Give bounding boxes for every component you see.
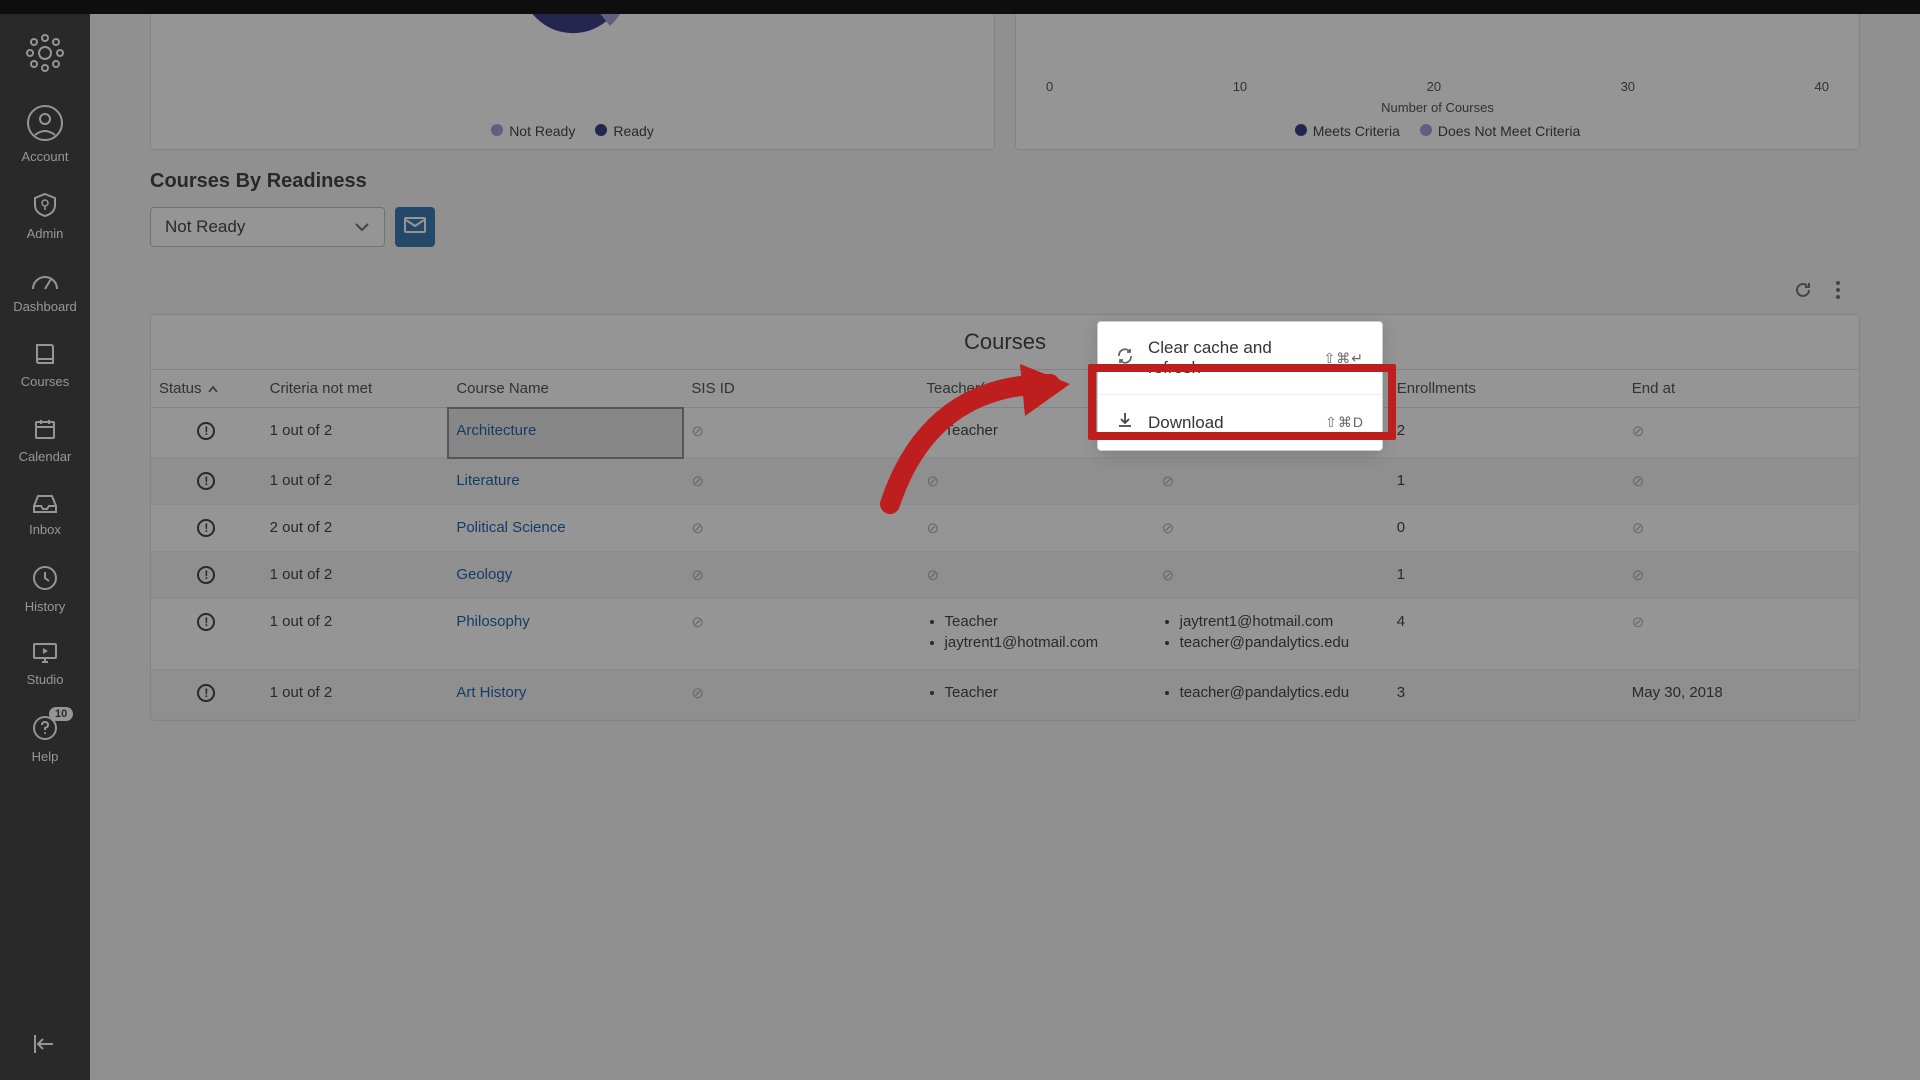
- refresh-icon: [1116, 347, 1134, 370]
- dim-overlay: [0, 0, 1920, 1080]
- menu-clear-cache[interactable]: Clear cache and refresh ⇧⌘↵: [1098, 322, 1382, 394]
- menu-label: Download: [1148, 413, 1224, 433]
- table-options-menu: Clear cache and refresh ⇧⌘↵ Download ⇧⌘D: [1097, 321, 1383, 451]
- menu-download[interactable]: Download ⇧⌘D: [1098, 394, 1382, 450]
- menu-label: Clear cache and refresh: [1148, 338, 1310, 378]
- download-icon: [1116, 411, 1134, 434]
- menu-shortcut: ⇧⌘D: [1325, 414, 1364, 431]
- menu-shortcut: ⇧⌘↵: [1324, 350, 1364, 367]
